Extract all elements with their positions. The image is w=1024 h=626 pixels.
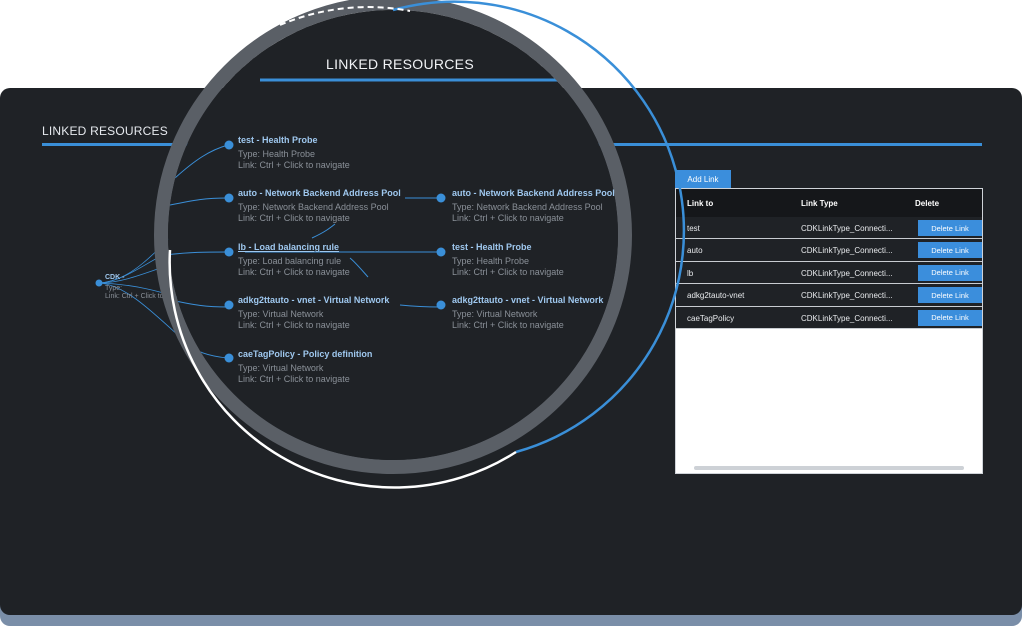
node-type: Type: Virtual Network [238, 363, 324, 373]
node-title[interactable]: adkg2ttauto - vnet - Virtual Network [238, 295, 389, 305]
node-details: Type: Network Backend Address Pool Link:… [238, 202, 389, 224]
graph-node-dot[interactable] [224, 353, 234, 363]
node-title[interactable]: auto - Network Backend Address Pool [452, 188, 615, 198]
node-details: Type: Load balancing rule Link: Ctrl + C… [238, 256, 350, 278]
node-title[interactable]: auto - Network Backend Address Pool [238, 188, 401, 198]
node-type: Type: Health Probe [238, 149, 316, 159]
graph-node-dot[interactable] [436, 193, 446, 203]
node-title[interactable]: lb - Load balancing rule [238, 242, 339, 252]
node-link: Link: Ctrl + Click to navigate [238, 160, 350, 170]
node-details: Type: Health Probe Link: Ctrl + Click to… [452, 256, 564, 278]
node-title[interactable]: test - Health Probe [238, 135, 318, 145]
node-type: Type: Network Backend Address Pool [452, 202, 603, 212]
graph-node-dot[interactable] [224, 140, 234, 150]
node-details: Type: Virtual Network Link: Ctrl + Click… [238, 309, 350, 331]
graph-node-dot[interactable] [224, 193, 234, 203]
node-link: Link: Ctrl + Click to navigate [238, 267, 350, 277]
magnifier-title: LINKED RESOURCES [326, 56, 474, 72]
node-title[interactable]: adkg2ttauto - vnet - Virtual Network [452, 295, 603, 305]
node-details: Type: Network Backend Address Pool Link:… [452, 202, 603, 224]
node-link: Link: Ctrl + Click to navigate [238, 213, 350, 223]
node-type: Type: Health Probe [452, 256, 530, 266]
graph-node-dot[interactable] [436, 300, 446, 310]
node-link: Link: Ctrl + Click to navigate [452, 267, 564, 277]
node-details: Type: Virtual Network Link: Ctrl + Click… [238, 363, 350, 385]
node-title[interactable]: caeTagPolicy - Policy definition [238, 349, 372, 359]
node-type: Type: Load balancing rule [238, 256, 342, 266]
node-link: Link: Ctrl + Click to navigate [238, 320, 350, 330]
graph-node-dot[interactable] [224, 247, 234, 257]
node-type: Type: Network Backend Address Pool [238, 202, 389, 212]
node-details: Type: Health Probe Link: Ctrl + Click to… [238, 149, 350, 171]
node-link: Link: Ctrl + Click to navigate [238, 374, 350, 384]
node-link: Link: Ctrl + Click to navigate [452, 320, 564, 330]
graph-node-dot[interactable] [224, 300, 234, 310]
node-link: Link: Ctrl + Click to navigate [452, 213, 564, 223]
node-details: Type: Virtual Network Link: Ctrl + Click… [452, 309, 564, 331]
node-type: Type: Virtual Network [452, 309, 538, 319]
graph-node-dot[interactable] [436, 247, 446, 257]
node-title[interactable]: test - Health Probe [452, 242, 532, 252]
node-type: Type: Virtual Network [238, 309, 324, 319]
